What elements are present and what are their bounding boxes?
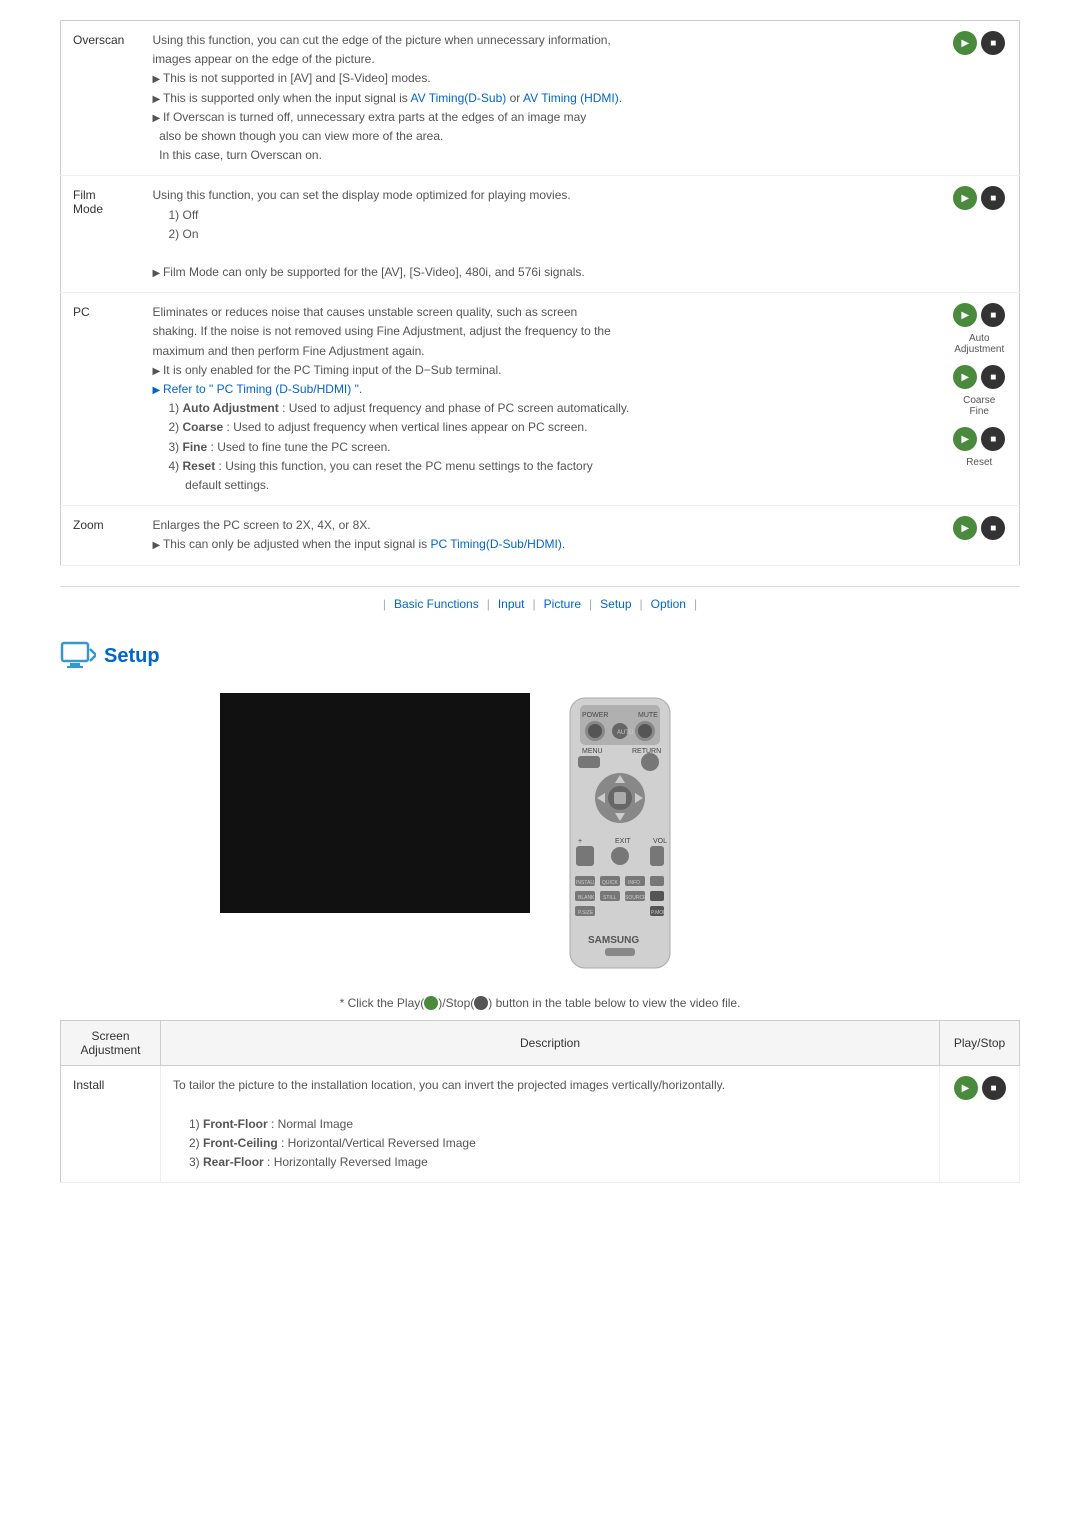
- col-playstop: Play/Stop: [940, 1021, 1020, 1066]
- svg-text:QUICK: QUICK: [602, 880, 619, 886]
- filmmode-stop-btn[interactable]: ■: [981, 186, 1005, 210]
- remote-svg: POWER MUTE AUTO MENU RETURN: [560, 693, 680, 973]
- zoom-play-btn[interactable]: ▶: [953, 516, 977, 540]
- nav-sep-1: |: [383, 597, 386, 611]
- table-row-pc: PC Eliminates or reduces noise that caus…: [61, 293, 1020, 506]
- nav-sep-5: |: [640, 597, 643, 611]
- svg-text:EXIT: EXIT: [615, 838, 631, 845]
- setup-notice: * Click the Play()/Stop() button in the …: [60, 996, 1020, 1011]
- svg-text:MUTE: MUTE: [638, 712, 658, 719]
- svg-text:MENU: MENU: [582, 748, 603, 755]
- svg-text:P.MODE: P.MODE: [651, 910, 671, 916]
- remote-control: POWER MUTE AUTO MENU RETURN: [560, 693, 680, 976]
- col-screen-adjustment: Screen Adjustment: [61, 1021, 161, 1066]
- install-buttons: ▶ ■: [940, 1066, 1020, 1183]
- svg-text:INFO: INFO: [628, 880, 640, 886]
- setup-table: Screen Adjustment Description Play/Stop …: [60, 1020, 1020, 1183]
- nav-input[interactable]: Input: [498, 597, 525, 611]
- nav-bar: | Basic Functions | Input | Picture | Se…: [60, 586, 1020, 621]
- pc-coarse-stop-btn[interactable]: ■: [981, 365, 1005, 389]
- zoom-buttons: ▶ ■: [940, 506, 1020, 565]
- install-desc: To tailor the picture to the installatio…: [161, 1066, 940, 1183]
- table-row-filmmode: Film Mode Using this function, you can s…: [61, 176, 1020, 293]
- col-description: Description: [161, 1021, 940, 1066]
- table-row-zoom: Zoom Enlarges the PC screen to 2X, 4X, o…: [61, 506, 1020, 565]
- install-label: Install: [61, 1066, 161, 1183]
- pc-reset-play-btn[interactable]: ▶: [953, 427, 977, 451]
- svg-text:SAMSUNG: SAMSUNG: [588, 935, 639, 946]
- zoom-desc: Enlarges the PC screen to 2X, 4X, or 8X.…: [141, 506, 940, 565]
- svg-text:BLANK: BLANK: [578, 895, 595, 901]
- nav-option[interactable]: Option: [651, 597, 686, 611]
- setup-section: Setup POWER MUTE: [60, 641, 1020, 1184]
- table-row-install: Install To tailor the picture to the ins…: [61, 1066, 1020, 1183]
- nav-sep-2: |: [487, 597, 490, 611]
- filmmode-play-btn[interactable]: ▶: [953, 186, 977, 210]
- zoom-label: Zoom: [61, 506, 141, 565]
- pc-label: PC: [61, 293, 141, 506]
- svg-text:VOL: VOL: [653, 838, 667, 845]
- overscan-buttons: ▶ ■: [940, 21, 1020, 176]
- setup-icon: [60, 641, 96, 673]
- setup-video-box: [220, 693, 530, 913]
- svg-text:AUTO: AUTO: [617, 730, 634, 736]
- nav-basic-functions[interactable]: Basic Functions: [394, 597, 479, 611]
- overscan-play-btn[interactable]: ▶: [953, 31, 977, 55]
- nav-picture[interactable]: Picture: [544, 597, 581, 611]
- nav-setup[interactable]: Setup: [600, 597, 631, 611]
- svg-text:P.SIZE: P.SIZE: [578, 910, 594, 916]
- zoom-stop-btn[interactable]: ■: [981, 516, 1005, 540]
- svg-text:SOURCE: SOURCE: [625, 895, 647, 901]
- picture-settings-table: Overscan Using this function, you can cu…: [60, 20, 1020, 566]
- filmmode-buttons: ▶ ■: [940, 176, 1020, 293]
- pc-auto-label: AutoAdjustment: [954, 333, 1004, 355]
- install-play-btn[interactable]: ▶: [954, 1076, 978, 1100]
- svg-text:INSTALL: INSTALL: [576, 880, 596, 886]
- svg-text:+: +: [578, 838, 582, 845]
- pc-buttons: ▶ ■ AutoAdjustment ▶ ■ CoarseFine ▶ ■: [940, 293, 1020, 506]
- svg-text:STILL: STILL: [603, 895, 617, 901]
- pc-auto-play-btn[interactable]: ▶: [953, 303, 977, 327]
- pc-reset-label: Reset: [966, 457, 992, 468]
- nav-sep-6: |: [694, 597, 697, 611]
- pc-auto-stop-btn[interactable]: ■: [981, 303, 1005, 327]
- setup-content: POWER MUTE AUTO MENU RETURN: [60, 693, 1020, 976]
- pc-reset-stop-btn[interactable]: ■: [981, 427, 1005, 451]
- nav-sep-3: |: [533, 597, 536, 611]
- install-stop-btn[interactable]: ■: [982, 1076, 1006, 1100]
- nav-sep-4: |: [589, 597, 592, 611]
- overscan-desc: Using this function, you can cut the edg…: [141, 21, 940, 176]
- pc-coarse-play-btn[interactable]: ▶: [953, 365, 977, 389]
- filmmode-label: Film Mode: [61, 176, 141, 293]
- table-row-overscan: Overscan Using this function, you can cu…: [61, 21, 1020, 176]
- table-header-row: Screen Adjustment Description Play/Stop: [61, 1021, 1020, 1066]
- setup-header: Setup: [60, 641, 1020, 673]
- setup-title: Setup: [104, 645, 160, 668]
- overscan-stop-btn[interactable]: ■: [981, 31, 1005, 55]
- pc-desc: Eliminates or reduces noise that causes …: [141, 293, 940, 506]
- svg-text:POWER: POWER: [582, 712, 608, 719]
- filmmode-desc: Using this function, you can set the dis…: [141, 176, 940, 293]
- overscan-label: Overscan: [61, 21, 141, 176]
- pc-coarsefine-label: CoarseFine: [963, 395, 995, 417]
